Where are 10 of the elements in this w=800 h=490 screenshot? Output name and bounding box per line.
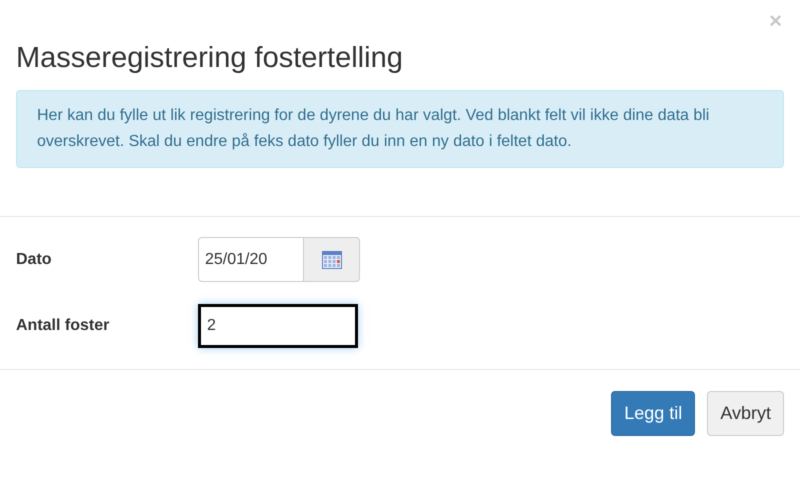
dialog-title: Masseregistrering fostertelling bbox=[16, 41, 404, 76]
field-label: Dato bbox=[16, 250, 53, 270]
calendar-icon bbox=[322, 250, 342, 268]
input-field[interactable]: 2 bbox=[198, 304, 358, 348]
cancel-button[interactable]: Avbryt bbox=[707, 391, 784, 436]
date-field[interactable]: 25/01/20 bbox=[198, 237, 304, 282]
field-label: Antall foster bbox=[16, 316, 110, 336]
info-alert: Her kan du fylle ut lik registrering for de dyrene du har valgt. Ved blankt felt vil ikke dine data bli overskrevet. Skal du endre på feks dato fyller du inn en ny dato i feltet dato. bbox=[16, 90, 784, 168]
calendar-button[interactable] bbox=[304, 237, 360, 282]
add-button[interactable]: Legg til bbox=[611, 391, 696, 436]
